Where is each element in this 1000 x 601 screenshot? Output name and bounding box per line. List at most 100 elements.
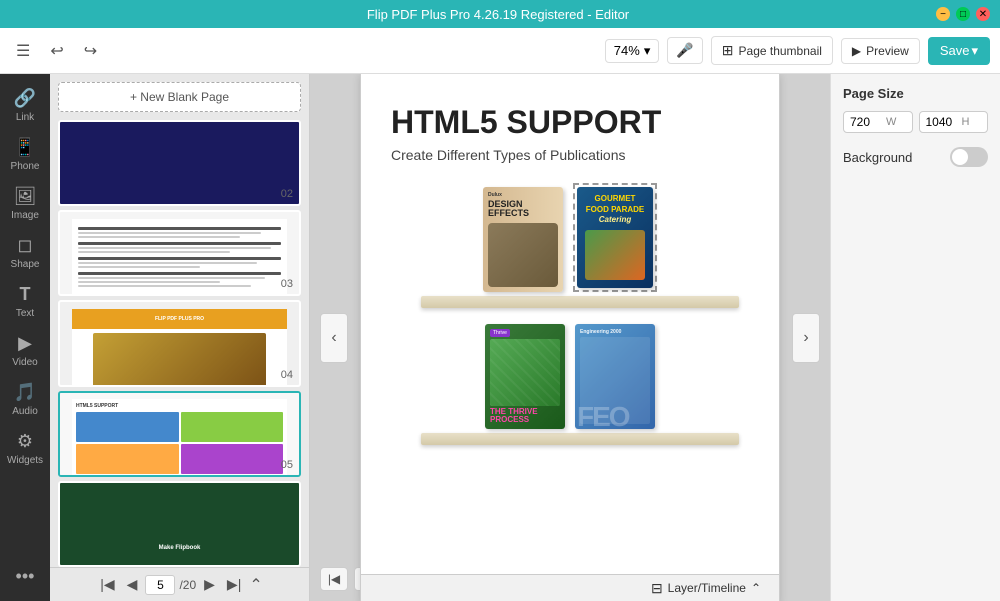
video-icon: ▶ <box>18 333 32 354</box>
thumbnail-collapse-button[interactable]: ⌃ <box>249 575 262 595</box>
height-input[interactable] <box>926 115 962 129</box>
page-content: HTML5 SUPPORT Create Different Types of … <box>361 74 779 465</box>
layer-timeline-button[interactable]: ⊟ Layer/Timeline ⌃ <box>643 576 769 601</box>
sidebar-item-audio[interactable]: 🎵 Audio <box>3 376 47 423</box>
sidebar-item-link[interactable]: 🔗 Link <box>3 82 47 129</box>
thumbnail-img-05: HTML5 SUPPORT <box>60 393 299 477</box>
book-design-effects[interactable]: Dulux DESIGNEFFECTS <box>483 187 563 292</box>
canvas-first-button[interactable]: |◀ <box>320 567 348 591</box>
thumbnail-page-03[interactable]: 03 <box>58 210 301 296</box>
thumbnail-icon: ⊞ <box>722 42 734 59</box>
book2-title: GOURMETFOOD PARADECatering <box>586 194 645 225</box>
sidebar-item-shape[interactable]: ◻ Shape <box>3 229 47 276</box>
mic-button[interactable]: 🎤 <box>667 37 702 64</box>
preview-label: Preview <box>866 44 909 58</box>
book1-title: DESIGNEFFECTS <box>488 200 558 220</box>
layer-arrow-icon: ⌃ <box>751 581 761 595</box>
video-label: Video <box>12 357 37 368</box>
redo-button[interactable]: ↪ <box>78 37 103 65</box>
first-page-button[interactable]: |◀ <box>96 574 118 595</box>
book-thrive[interactable]: Thrive THE THRIVEPROCESS <box>485 324 565 429</box>
page-main-title: HTML5 SUPPORT <box>391 104 749 141</box>
audio-icon: 🎵 <box>14 382 36 403</box>
close-button[interactable]: ✕ <box>976 7 990 21</box>
book-gourmet-wrapper[interactable]: GOURMETFOOD PARADECatering <box>573 183 657 292</box>
widgets-label: Widgets <box>7 455 43 466</box>
layer-timeline-label: Layer/Timeline <box>668 581 746 595</box>
image-label: Image <box>11 210 39 221</box>
shelf-board-top <box>421 296 739 308</box>
thumb6-make-flipbook: Make Flipbook <box>72 489 287 567</box>
menu-button[interactable]: ☰ <box>10 37 36 65</box>
shape-label: Shape <box>11 259 40 270</box>
page-number-05: 05 <box>281 459 293 471</box>
undo-button[interactable]: ↩ <box>44 37 69 65</box>
shelf-row-top: Dulux DESIGNEFFECTS GOURMETFOOD PARADECa… <box>411 183 729 292</box>
phone-icon: 📱 <box>14 137 36 158</box>
layer-icon: ⊟ <box>651 580 663 597</box>
sidebar-item-video[interactable]: ▶ Video <box>3 327 47 374</box>
last-page-button[interactable]: ▶| <box>223 574 245 595</box>
background-toggle[interactable] <box>950 147 988 167</box>
page-number-04: 04 <box>281 369 293 381</box>
width-input[interactable] <box>850 115 886 129</box>
thumbnail-img-02 <box>60 122 299 206</box>
left-sidebar: 🔗 Link 📱 Phone 🖼 Image ◻ Shape T Text ▶ … <box>0 74 50 601</box>
book2-image <box>585 230 645 280</box>
book3-image <box>490 339 560 406</box>
sidebar-item-text[interactable]: T Text <box>3 278 47 325</box>
canvas-next-button[interactable]: › <box>792 313 820 363</box>
sidebar-item-more[interactable]: ••• <box>3 560 47 593</box>
thumbnail-panel: + New Blank Page 02 <box>50 74 310 601</box>
shelf-section-top: Dulux DESIGNEFFECTS GOURMETFOOD PARADECa… <box>411 183 729 308</box>
app-title: Flip PDF Plus Pro 4.26.19 Registered - E… <box>60 7 936 22</box>
book3-brand: Thrive <box>490 329 510 337</box>
width-unit: W <box>886 116 896 128</box>
thumbnail-page-05[interactable]: HTML5 SUPPORT 05 <box>58 391 301 477</box>
book4-title: FEO <box>577 401 629 429</box>
new-blank-page-button[interactable]: + New Blank Page <box>58 82 301 112</box>
thumbnail-page-04[interactable]: FLIP PDF PLUS PRO 04 <box>58 300 301 386</box>
preview-button[interactable]: ▶ Preview <box>841 38 920 64</box>
save-button[interactable]: Save ▾ <box>928 37 990 65</box>
book-feo[interactable]: Engineering 2000 FEO <box>575 324 655 429</box>
current-page-input[interactable] <box>145 575 175 595</box>
prev-page-button[interactable]: ◀ <box>123 574 142 595</box>
thumbnail-page-06[interactable]: Make Flipbook <box>58 481 301 567</box>
text-icon: T <box>20 284 31 305</box>
sidebar-item-image[interactable]: 🖼 Image <box>3 180 47 227</box>
book3-title: THE THRIVEPROCESS <box>490 408 560 424</box>
book1-brand: Dulux <box>488 192 558 198</box>
link-icon: 🔗 <box>14 88 36 109</box>
more-icon: ••• <box>16 566 35 587</box>
thumb2-dark-navy <box>60 122 299 206</box>
link-label: Link <box>16 112 34 123</box>
maximize-button[interactable]: □ <box>956 7 970 21</box>
save-arrow: ▾ <box>971 43 978 59</box>
zoom-level: 74% <box>614 43 640 58</box>
thumbnail-img-06: Make Flipbook <box>60 483 299 567</box>
next-page-button[interactable]: ▶ <box>200 574 219 595</box>
main-layout: 🔗 Link 📱 Phone 🖼 Image ◻ Shape T Text ▶ … <box>0 74 1000 601</box>
sidebar-item-phone[interactable]: 📱 Phone <box>3 131 47 178</box>
text-label: Text <box>16 308 34 319</box>
minimize-button[interactable]: − <box>936 7 950 21</box>
page-number-02: 02 <box>281 188 293 200</box>
preview-icon: ▶ <box>852 44 861 58</box>
image-icon: 🖼 <box>14 186 37 207</box>
thumb5-html5: HTML5 SUPPORT <box>72 399 287 477</box>
thumbnail-pagination: |◀ ◀ /20 ▶ ▶| ⌃ <box>50 567 309 601</box>
width-field: W <box>843 111 913 133</box>
page-thumbnail-button[interactable]: ⊞ Page thumbnail <box>711 36 833 65</box>
thumbnail-img-04: FLIP PDF PLUS PRO <box>60 302 299 386</box>
save-label: Save <box>940 43 970 58</box>
page-canvas: HTML5 SUPPORT Create Different Types of … <box>360 74 780 601</box>
sidebar-item-widgets[interactable]: ⚙ Widgets <box>3 425 47 472</box>
canvas-prev-button[interactable]: ‹ <box>320 313 348 363</box>
background-label: Background <box>843 150 912 165</box>
book-gourmet: GOURMETFOOD PARADECatering <box>577 187 653 288</box>
zoom-control[interactable]: 74% ▾ <box>605 39 660 63</box>
thumbnail-page-02[interactable]: 02 <box>58 120 301 206</box>
page-main-subtitle: Create Different Types of Publications <box>391 147 749 163</box>
page-number-03: 03 <box>281 278 293 290</box>
